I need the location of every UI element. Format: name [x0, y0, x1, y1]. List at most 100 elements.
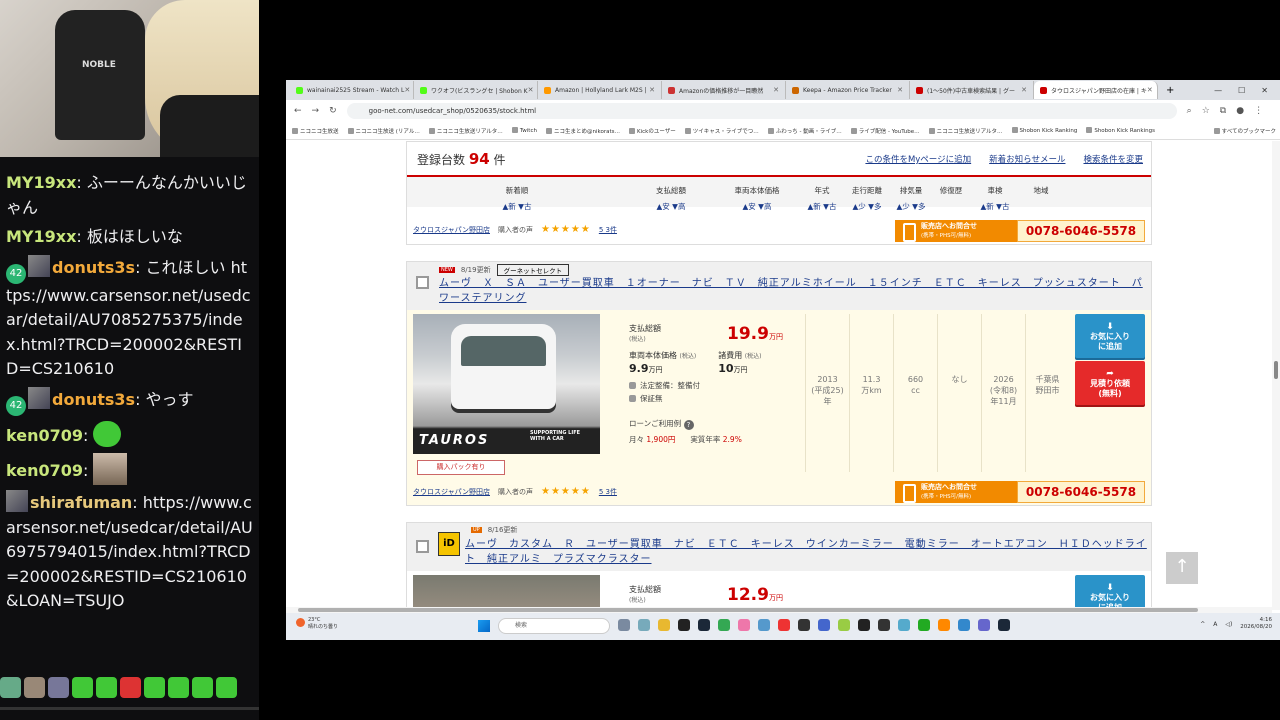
app-icon[interactable]: [918, 619, 930, 631]
all-bookmarks[interactable]: すべてのブックマーク: [1214, 127, 1280, 135]
car-photo[interactable]: [413, 575, 600, 610]
add-favorite-button[interactable]: ⬇お気に入り に追加: [1075, 314, 1145, 358]
clock[interactable]: 4:16 2026/08/20: [1240, 617, 1272, 631]
close-window-icon[interactable]: ✕: [1261, 86, 1268, 95]
steam-icon[interactable]: [698, 619, 710, 631]
bookmark-item[interactable]: Shobon Kick Rankings: [1086, 127, 1155, 134]
bookmark-item[interactable]: ニコニコ生放送 (リアル…: [348, 127, 420, 135]
forward-icon[interactable]: →: [312, 106, 320, 116]
chat-username[interactable]: ken0709: [6, 426, 83, 445]
sort-arrows[interactable]: ▲安 ▼高: [627, 197, 715, 213]
minimize-icon[interactable]: —: [1214, 86, 1222, 95]
chat-username[interactable]: shirafuman: [30, 493, 132, 512]
app-icon[interactable]: [958, 619, 970, 631]
browser-tab[interactable]: Keepa - Amazon Price Tracker ✕: [786, 81, 910, 99]
sort-arrows[interactable]: ▲新 ▼古: [969, 197, 1021, 213]
steam-icon[interactable]: [998, 619, 1010, 631]
sort-arrows[interactable]: ▲新 ▼古: [799, 197, 845, 213]
back-icon[interactable]: ←: [294, 106, 302, 116]
app-icon[interactable]: [798, 619, 810, 631]
listing-title-link[interactable]: ムーヴ カスタム Ｒ ユーザー買取車 ナビ ＥＴＣ キーレス ウインカーミラー …: [465, 537, 1151, 567]
chat-username[interactable]: donuts3s: [52, 390, 135, 409]
chat-username[interactable]: MY19xx: [6, 173, 76, 192]
maximize-icon[interactable]: ☐: [1238, 86, 1245, 95]
bookmark-item[interactable]: Shobon Kick Ranking: [1012, 127, 1078, 134]
extensions-icon[interactable]: ⧉: [1220, 106, 1226, 116]
menu-icon[interactable]: ⋮: [1254, 106, 1263, 116]
weather-widget[interactable]: 23°C 晴れのち曇り: [296, 617, 338, 631]
add-to-mypage-link[interactable]: この条件をMyページに追加: [865, 153, 971, 165]
profile-icon[interactable]: ●: [1236, 106, 1244, 116]
dealer-name-link[interactable]: タウロスジャパン野田店: [413, 487, 490, 497]
app-icon[interactable]: [738, 619, 750, 631]
bookmark-item[interactable]: ニコ生まとめ@nikorats…: [546, 127, 620, 135]
tray-up-icon[interactable]: ^: [1200, 621, 1205, 628]
browser-tab-active[interactable]: タウロスジャパン野田店の在庫 | キ ✕: [1034, 81, 1158, 99]
chrome-icon[interactable]: [718, 619, 730, 631]
browser-tab[interactable]: ワクオフ(ビスラングセ | Shobon K ✕: [414, 81, 538, 99]
bookmark-item[interactable]: ツイキャス・ライブでつ…: [685, 127, 759, 135]
add-favorite-button[interactable]: ⬇お気に入り に追加: [1075, 575, 1145, 610]
bookmark-item[interactable]: ライブ配信 - YouTube…: [851, 127, 920, 135]
car-photo[interactable]: TAUROS SUPPORTING LIFE WITH A CAR: [413, 314, 600, 454]
reload-icon[interactable]: ↻: [329, 106, 337, 116]
close-icon[interactable]: ✕: [528, 86, 534, 94]
new-tab-icon[interactable]: +: [1166, 85, 1174, 96]
page-top-button[interactable]: ↑: [1166, 552, 1198, 584]
app-icon[interactable]: [978, 619, 990, 631]
scroll-thumb[interactable]: [298, 608, 1198, 612]
app-icon[interactable]: [938, 619, 950, 631]
dealer-phone-box[interactable]: 販売店へお問合せ (携帯・PHS可/無料) 0078-6046-5578: [895, 481, 1145, 503]
explorer-icon[interactable]: [658, 619, 670, 631]
task-view-icon[interactable]: [618, 619, 630, 631]
compare-checkbox[interactable]: [416, 276, 429, 289]
contact-label[interactable]: 販売店へお問合せ (携帯・PHS可/無料): [895, 481, 1017, 503]
help-icon[interactable]: ?: [683, 420, 694, 430]
app-icon[interactable]: [858, 619, 870, 631]
app-icon[interactable]: [878, 619, 890, 631]
bookmark-item[interactable]: ふわっち - 動画・ライブ…: [768, 127, 842, 135]
sort-displacement[interactable]: 排気量 ▲少 ▼多: [889, 177, 933, 211]
contact-label[interactable]: 販売店へお問合せ (携帯・PHS可/無料): [895, 220, 1017, 242]
dealer-name-link[interactable]: タウロスジャパン野田店: [413, 225, 490, 235]
app-icon[interactable]: [838, 619, 850, 631]
sort-arrows[interactable]: ▲少 ▼多: [845, 197, 889, 213]
sort-arrows[interactable]: ▲新 ▼古: [407, 197, 627, 213]
app-icon[interactable]: [818, 619, 830, 631]
heart-icon[interactable]: [778, 619, 790, 631]
chat-username[interactable]: MY19xx: [6, 227, 76, 246]
sort-year[interactable]: 年式 ▲新 ▼古: [799, 177, 845, 211]
close-icon[interactable]: ✕: [773, 86, 779, 94]
vertical-scrollbar[interactable]: [1272, 141, 1280, 610]
dealer-phone-box[interactable]: 販売店へお問合せ (携帯・PHS可/無料) 0078-6046-5578: [895, 220, 1145, 242]
sort-inspection[interactable]: 車検 ▲新 ▼古: [969, 177, 1021, 211]
chat-username[interactable]: donuts3s: [52, 258, 135, 277]
github-icon[interactable]: [678, 619, 690, 631]
browser-tab[interactable]: Amazonの価格推移が一目瞭然 ✕: [662, 81, 786, 99]
sort-newest[interactable]: 新着順 ▲新 ▼古: [407, 177, 627, 211]
bookmark-item[interactable]: Twitch: [512, 127, 537, 134]
phone-number[interactable]: 0078-6046-5578: [1017, 220, 1145, 242]
close-icon[interactable]: ✕: [897, 86, 903, 94]
estimate-request-button[interactable]: ➦ 見積り依頼 (無料): [1075, 361, 1145, 405]
sort-arrows[interactable]: ▲少 ▼多: [889, 197, 933, 213]
app-icon[interactable]: [758, 619, 770, 631]
sort-mileage[interactable]: 走行距離 ▲少 ▼多: [845, 177, 889, 211]
zoom-icon[interactable]: ⌕: [1187, 106, 1192, 116]
sort-arrows[interactable]: ▲安 ▼高: [715, 197, 799, 213]
bookmark-item[interactable]: Kickのユーザー: [629, 127, 676, 135]
url-input[interactable]: goo-net.com/usedcar_shop/0520635/stock.h…: [346, 103, 1177, 119]
scroll-thumb[interactable]: [1274, 361, 1278, 379]
chat-username[interactable]: ken0709: [6, 461, 83, 480]
change-search-link[interactable]: 検索条件を変更: [1083, 153, 1143, 165]
widgets-icon[interactable]: [638, 619, 650, 631]
sort-body-price[interactable]: 車両本体価格 ▲安 ▼高: [715, 177, 799, 211]
sort-total-price[interactable]: 支払総額 ▲安 ▼高: [627, 177, 715, 211]
review-count-link[interactable]: 5 3件: [599, 225, 617, 235]
bookmark-star-icon[interactable]: ☆: [1202, 106, 1210, 116]
purchase-pack-button[interactable]: 購入パック有り: [417, 460, 505, 475]
close-icon[interactable]: ✕: [1147, 86, 1153, 94]
ime-indicator[interactable]: A: [1213, 621, 1217, 628]
listing-title-link[interactable]: ムーヴ Ｘ ＳＡ ユーザー買取車 １オーナー ナビ ＴＶ 純正アルミホイール １…: [439, 276, 1147, 306]
browser-tab[interactable]: wainainai2525 Stream - Watch L ✕: [290, 81, 414, 99]
